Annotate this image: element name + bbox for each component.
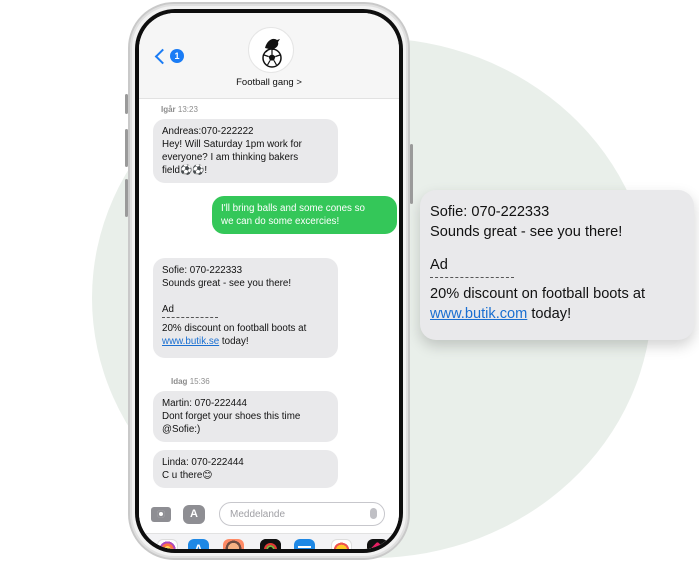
incoming-message[interactable]: Linda: 070-222444 C u there😊 [153, 450, 338, 488]
crow-football-icon [262, 38, 282, 68]
timestamp: Igår 13:23 [161, 105, 198, 114]
activity-icon[interactable] [260, 539, 281, 549]
phone-frame: 1 Football gang > Igår 13:23 Andreas:070… [125, 2, 413, 560]
phone-bezel: 1 Football gang > Igår 13:23 Andreas:070… [135, 9, 403, 553]
incoming-message[interactable]: Martin: 070-222444 Dont forget your shoe… [153, 391, 338, 442]
message-line: Sounds great - see you there! [162, 278, 292, 289]
message-line: we can do some excercies! [221, 216, 340, 227]
incoming-ad-message[interactable]: Sofie: 070-222333 Sounds great - see you… [153, 258, 338, 358]
group-avatar[interactable] [248, 27, 294, 73]
heart-shape [369, 541, 386, 549]
message-line: I'll bring balls and some cones so [221, 203, 366, 214]
message-line: Martin: 070-222444 [162, 398, 247, 409]
zoom-ad-link[interactable]: www.butik.com [430, 306, 527, 322]
message-line: Sofie: 070-222333 [162, 265, 243, 276]
phone-volume-up [125, 129, 128, 167]
timestamp-time: 15:36 [189, 377, 210, 386]
animoji-icon[interactable] [331, 539, 352, 549]
ad-label: Ad [162, 304, 174, 315]
compose-bar: A [139, 497, 399, 533]
contact-name[interactable]: Football gang > [139, 77, 399, 88]
phone-volume-down [125, 179, 128, 217]
timestamp-day: Igår [161, 105, 176, 114]
zoom-ad-divider [430, 277, 514, 278]
audio-icon[interactable] [294, 539, 315, 549]
activity-rings [264, 543, 277, 549]
app-store-icon[interactable]: A [188, 539, 209, 549]
message-line: Andreas:070-222222 [162, 126, 254, 137]
audio-wave [298, 546, 311, 549]
messages-screen: 1 Football gang > Igår 13:23 Andreas:070… [139, 13, 399, 549]
timestamp: Idag 15:36 [171, 377, 210, 386]
message-line: Linda: 070-222444 [162, 457, 244, 468]
ad-text: 20% discount on football boots at [162, 323, 307, 334]
message-input[interactable] [219, 502, 385, 526]
back-button[interactable]: 1 [153, 48, 184, 64]
zoom-ad-link-suffix: today! [527, 306, 572, 322]
timestamp-day: Idag [171, 377, 188, 386]
message-line: C u there😊 [162, 470, 213, 481]
incoming-message[interactable]: Andreas:070-222222 Hey! Will Saturday 1p… [153, 119, 338, 183]
zoom-message-line: Sounds great - see you there! [430, 224, 623, 240]
message-spacer [162, 290, 329, 303]
message-line: field⚽⚽! [162, 165, 208, 176]
chevron-left-icon [154, 48, 171, 64]
app-store-icon[interactable]: A [183, 505, 205, 524]
unread-badge: 1 [170, 49, 184, 63]
zoom-ad-label: Ad [430, 257, 448, 273]
photos-icon[interactable] [157, 539, 178, 549]
phone-power-button [410, 144, 413, 204]
heart-icon[interactable] [367, 539, 388, 549]
zoom-ad-link-line: www.butik.com today! [430, 304, 684, 324]
ad-link-line: www.butik.se today! [162, 335, 329, 348]
ad-link[interactable]: www.butik.se [162, 336, 219, 347]
message-line: everyone? I am thinking bakers [162, 152, 299, 163]
phone-silent-switch [125, 94, 128, 114]
memoji-icon[interactable] [223, 539, 244, 549]
zoomed-ad-message: Sofie: 070-222333 Sounds great - see you… [420, 190, 694, 340]
camera-icon[interactable] [151, 507, 171, 522]
outgoing-message[interactable]: I'll bring balls and some cones so we ca… [212, 196, 397, 234]
zoom-sender-line: Sofie: 070-222333 [430, 204, 550, 220]
conversation-header: 1 Football gang > [139, 13, 399, 99]
microphone-icon[interactable] [370, 508, 377, 519]
imessage-app-strip: A [139, 533, 399, 549]
timestamp-time: 13:23 [177, 105, 198, 114]
zoom-ad-text: 20% discount on football boots at [430, 286, 646, 302]
ad-link-suffix: today! [219, 336, 249, 347]
message-line: Hey! Will Saturday 1pm work for [162, 139, 302, 150]
message-line: Dont forget your shoes this time [162, 411, 301, 422]
ad-divider [162, 317, 218, 318]
message-line: @Sofie:) [162, 424, 201, 435]
